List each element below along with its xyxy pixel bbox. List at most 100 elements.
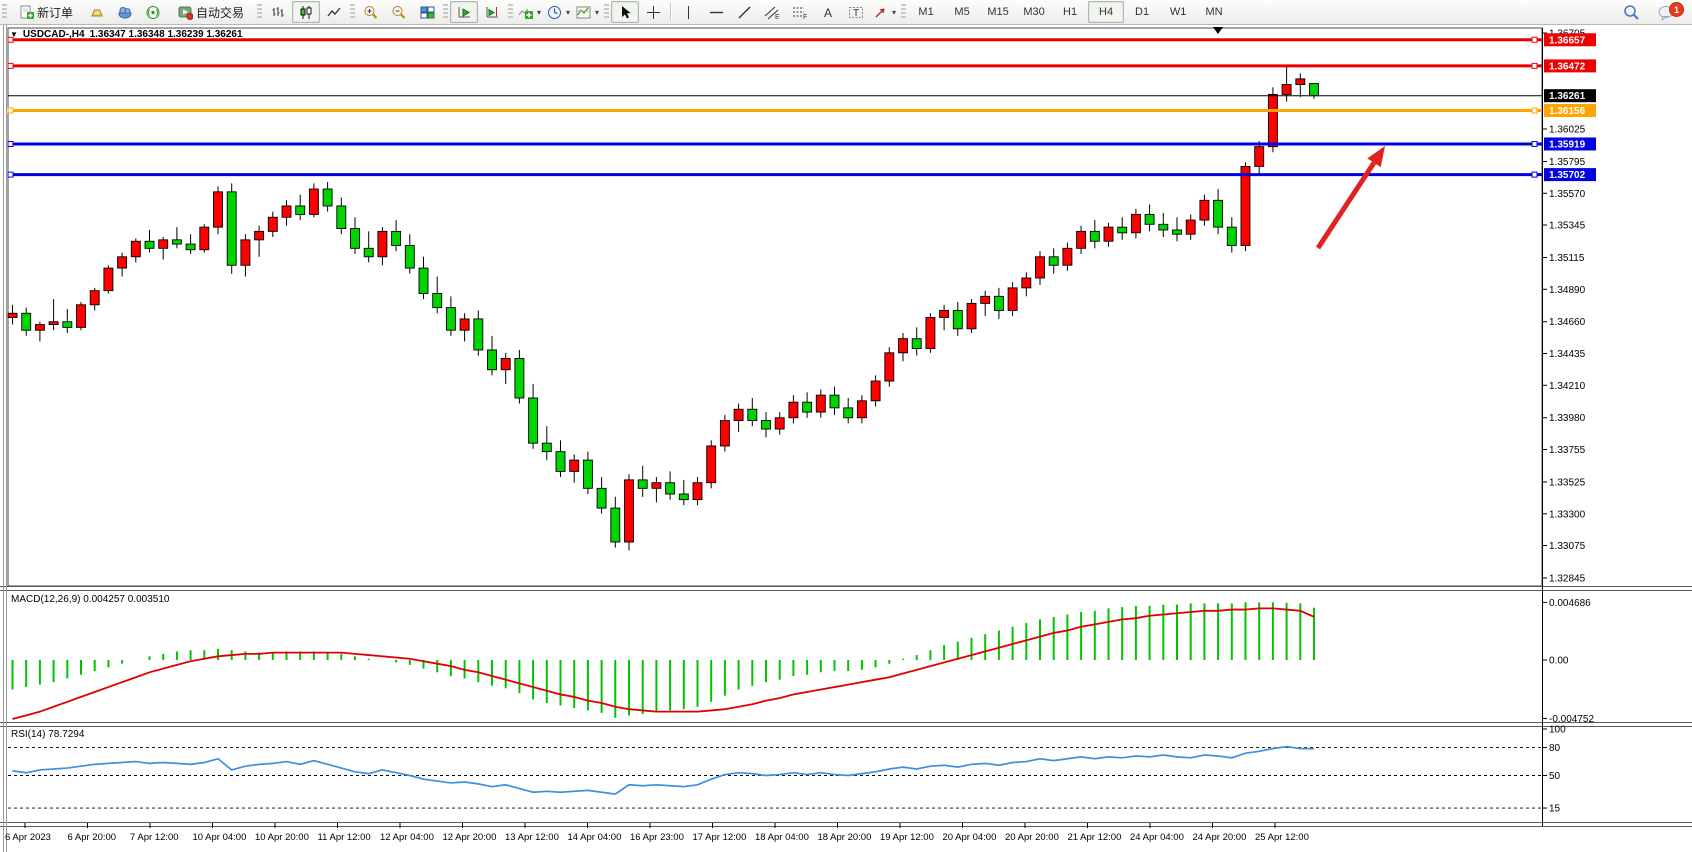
hline-handle[interactable]: [8, 63, 13, 68]
toolbar-grip[interactable]: [257, 4, 262, 20]
zoom-out-button[interactable]: [385, 1, 413, 23]
macd-signal-line: [13, 608, 1315, 719]
svg-text:0.00: 0.00: [1549, 656, 1569, 667]
svg-text:A: A: [824, 6, 832, 20]
svg-text:1.36156: 1.36156: [1549, 106, 1586, 117]
text-label-button[interactable]: T: [842, 1, 870, 23]
signal-button[interactable]: [139, 1, 167, 23]
candlestick-chart-icon: [299, 5, 314, 20]
trendline-button[interactable]: [730, 1, 758, 23]
indicators-button[interactable]: ▾: [515, 1, 544, 23]
hline-handle[interactable]: [1532, 63, 1537, 68]
horizontal-line-button[interactable]: [702, 1, 730, 23]
zoom-out-icon: [391, 5, 407, 20]
toolbar: 新订单 自动交易: [0, 0, 1692, 25]
arrow-annotation[interactable]: [1318, 146, 1385, 248]
line-chart-button[interactable]: [320, 1, 348, 23]
equidistant-channel-button[interactable]: E: [758, 1, 786, 23]
svg-text:15: 15: [1549, 804, 1561, 815]
crosshair-button[interactable]: [639, 1, 667, 23]
svg-text:1.34660: 1.34660: [1549, 317, 1586, 328]
symbol-period-label: USDCAD-,H4: [23, 29, 85, 40]
new-order-label: 新订单: [37, 4, 73, 21]
svg-text:1.35570: 1.35570: [1549, 189, 1586, 200]
toolbar-grip[interactable]: [901, 4, 906, 20]
toolbar-grip[interactable]: [350, 4, 355, 20]
timeframe-M30[interactable]: M30: [1016, 1, 1052, 23]
svg-text:100: 100: [1549, 725, 1566, 736]
candlestick-chart-button[interactable]: [292, 1, 320, 23]
hline-1.36657[interactable]: 1.36657: [8, 33, 1596, 46]
svg-text:6 Apr 2023: 6 Apr 2023: [5, 832, 51, 843]
hline-handle[interactable]: [8, 108, 13, 113]
timeframe-M1[interactable]: M1: [908, 1, 944, 23]
svg-text:13 Apr 12:00: 13 Apr 12:00: [505, 832, 559, 843]
chart-shift-button[interactable]: [478, 1, 506, 23]
svg-text:1.33075: 1.33075: [1549, 541, 1586, 552]
hline-1.35702[interactable]: 1.35702: [8, 168, 1596, 181]
search-icon[interactable]: [1623, 4, 1640, 21]
arrows-button[interactable]: ▾: [870, 1, 899, 23]
svg-text:6 Apr 20:00: 6 Apr 20:00: [68, 832, 117, 843]
timeframe-D1[interactable]: D1: [1124, 1, 1160, 23]
toolbar-separator: [670, 3, 671, 21]
timeframe-W1[interactable]: W1: [1160, 1, 1196, 23]
text-button[interactable]: A: [814, 1, 842, 23]
rsi-level-lines: [8, 748, 1542, 808]
text-icon: A: [822, 5, 835, 20]
indicator-scales[interactable]: 0.0046860.00-0.004752100805015: [1542, 598, 1594, 815]
panel-borders: [0, 24, 1692, 852]
hline-handle[interactable]: [1532, 172, 1537, 177]
auto-trading-label: 自动交易: [196, 4, 244, 21]
timeframe-M5[interactable]: M5: [944, 1, 980, 23]
chart-canvas[interactable]: 1.367051.360251.357951.355701.353451.351…: [0, 24, 1692, 852]
fibonacci-button[interactable]: F: [786, 1, 814, 23]
bar-marker-icon: [1213, 27, 1223, 34]
crosshair-icon: [646, 5, 661, 20]
hline-handle[interactable]: [8, 172, 13, 177]
timeframe-M15[interactable]: M15: [980, 1, 1016, 23]
zoom-in-button[interactable]: [357, 1, 385, 23]
hline-handle[interactable]: [1532, 108, 1537, 113]
timeframe-MN[interactable]: MN: [1196, 1, 1232, 23]
svg-text:1.36657: 1.36657: [1549, 35, 1586, 46]
svg-text:17 Apr 12:00: 17 Apr 12:00: [693, 832, 747, 843]
svg-text:1.36025: 1.36025: [1549, 125, 1586, 136]
vertical-line-button[interactable]: [674, 1, 702, 23]
rsi-line: [13, 747, 1315, 794]
bar-chart-button[interactable]: [264, 1, 292, 23]
new-order-button[interactable]: 新订单: [9, 1, 83, 23]
hline-1.35919[interactable]: 1.35919: [8, 137, 1596, 150]
publish-button[interactable]: [111, 1, 139, 23]
templates-button[interactable]: ▾: [573, 1, 602, 23]
toolbar-grip[interactable]: [508, 4, 513, 20]
chart-window: 1.367051.360251.357951.355701.353451.351…: [0, 24, 1692, 852]
cursor-button[interactable]: [611, 1, 639, 23]
hline-1.36156[interactable]: 1.36156: [8, 104, 1596, 117]
cursor-icon: [619, 5, 632, 20]
svg-text:1.33755: 1.33755: [1549, 445, 1586, 456]
toolbar-grip[interactable]: [443, 4, 448, 20]
signal-icon: [145, 5, 161, 20]
svg-text:10 Apr 20:00: 10 Apr 20:00: [255, 832, 309, 843]
tile-windows-button[interactable]: [413, 1, 441, 23]
auto-scroll-icon: [457, 5, 472, 20]
svg-text:24 Apr 04:00: 24 Apr 04:00: [1130, 832, 1184, 843]
hline-handle[interactable]: [1532, 37, 1537, 42]
hline-handle[interactable]: [8, 141, 13, 146]
market-depth-button[interactable]: [83, 1, 111, 23]
timeframe-H1[interactable]: H1: [1052, 1, 1088, 23]
hline-handle[interactable]: [1532, 141, 1537, 146]
auto-scroll-button[interactable]: [450, 1, 478, 23]
toolbar-grip[interactable]: [604, 4, 609, 20]
periods-button[interactable]: ▾: [544, 1, 573, 23]
timeframe-H4[interactable]: H4: [1088, 1, 1124, 23]
clock-icon: [547, 5, 562, 20]
horizontal-line-icon: [709, 5, 724, 20]
svg-text:1.33980: 1.33980: [1549, 413, 1586, 424]
svg-text:19 Apr 12:00: 19 Apr 12:00: [880, 832, 934, 843]
auto-trading-button[interactable]: 自动交易: [167, 1, 255, 23]
notification-badge[interactable]: 1: [1669, 2, 1684, 17]
hline-1.36472[interactable]: 1.36472: [8, 59, 1596, 72]
toolbar-grip[interactable]: [2, 4, 7, 20]
